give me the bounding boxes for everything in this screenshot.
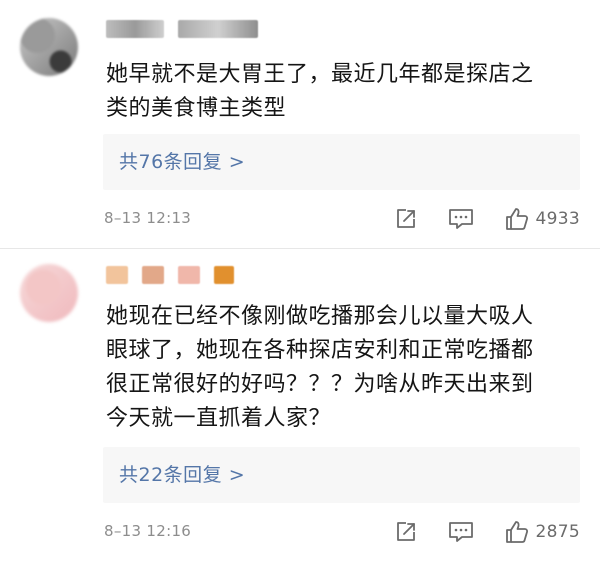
- share-button[interactable]: [394, 207, 418, 231]
- comment-icon: [448, 522, 473, 542]
- redacted-name-block: [106, 20, 164, 38]
- username-redacted[interactable]: [106, 266, 234, 284]
- redacted-name-block: [178, 266, 200, 284]
- redacted-name-block: [142, 266, 164, 284]
- comment-text: 她早就不是大胃王了，最近几年都是探店之 类的美食博主类型: [106, 62, 534, 121]
- thumbs-up-icon: [505, 208, 528, 230]
- share-icon: [396, 209, 415, 228]
- redacted-name-block: [106, 266, 128, 284]
- user-avatar[interactable]: [20, 18, 78, 76]
- user-badge-redacted: [214, 266, 234, 284]
- redacted-name-block: [178, 20, 258, 38]
- user-avatar[interactable]: [20, 264, 78, 322]
- comment-item: 她早就不是大胃王了，最近几年都是探店之 类的美食博主类型 共76条回复 > 8–…: [0, 0, 600, 248]
- comment-actions: 4933: [364, 206, 580, 232]
- like-button[interactable]: 4933: [504, 206, 580, 232]
- comment-timestamp: 8–13 12:13: [104, 209, 192, 227]
- replies-label: 共76条回复 >: [119, 151, 246, 173]
- like-count: 4933: [535, 209, 580, 229]
- thumbs-up-icon: [505, 521, 528, 543]
- comment-timestamp: 8–13 12:16: [104, 522, 192, 540]
- comment-button[interactable]: [448, 207, 474, 231]
- like-count: 2875: [535, 522, 580, 542]
- replies-button[interactable]: 共22条回复 >: [103, 447, 580, 503]
- username-redacted[interactable]: [106, 20, 258, 38]
- share-button[interactable]: [394, 520, 418, 544]
- comment-icon: [448, 209, 473, 229]
- replies-button[interactable]: 共76条回复 >: [103, 134, 580, 190]
- comment-text: 她现在已经不像刚做吃播那会儿以量大吸人 眼球了，她现在各种探店安利和正常吃播都 …: [106, 304, 534, 431]
- comment-actions: 2875: [364, 519, 580, 545]
- comment-button[interactable]: [448, 520, 474, 544]
- replies-label: 共22条回复 >: [119, 464, 246, 486]
- like-button[interactable]: 2875: [504, 519, 580, 545]
- share-icon: [396, 522, 415, 541]
